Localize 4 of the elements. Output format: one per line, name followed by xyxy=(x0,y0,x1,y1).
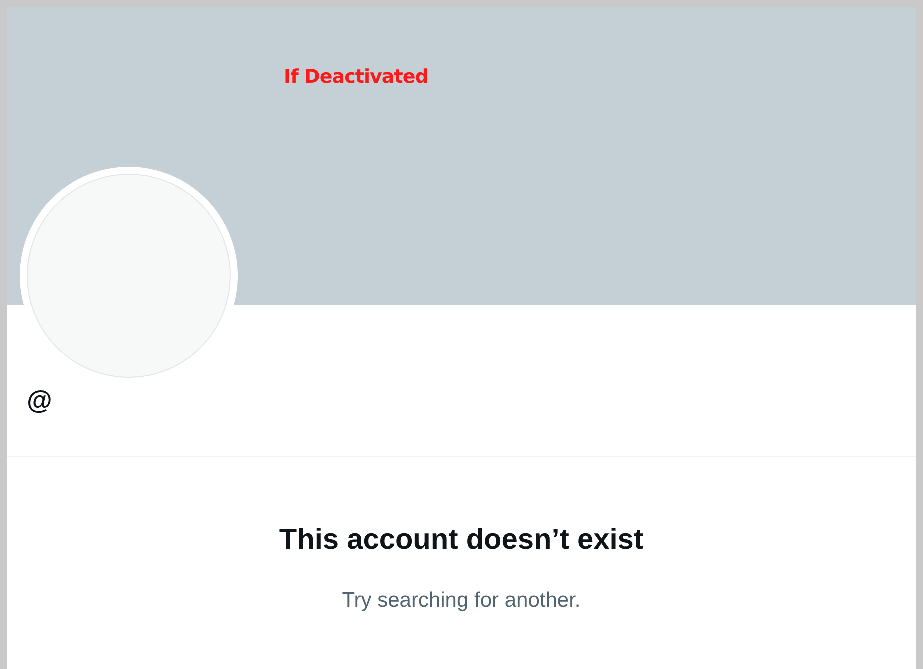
empty-state-title: This account doesn’t exist xyxy=(279,523,644,558)
annotation-label: If Deactivated xyxy=(284,65,428,90)
profile-handle: @ xyxy=(27,384,52,417)
empty-state-subtitle: Try searching for another. xyxy=(342,588,581,614)
